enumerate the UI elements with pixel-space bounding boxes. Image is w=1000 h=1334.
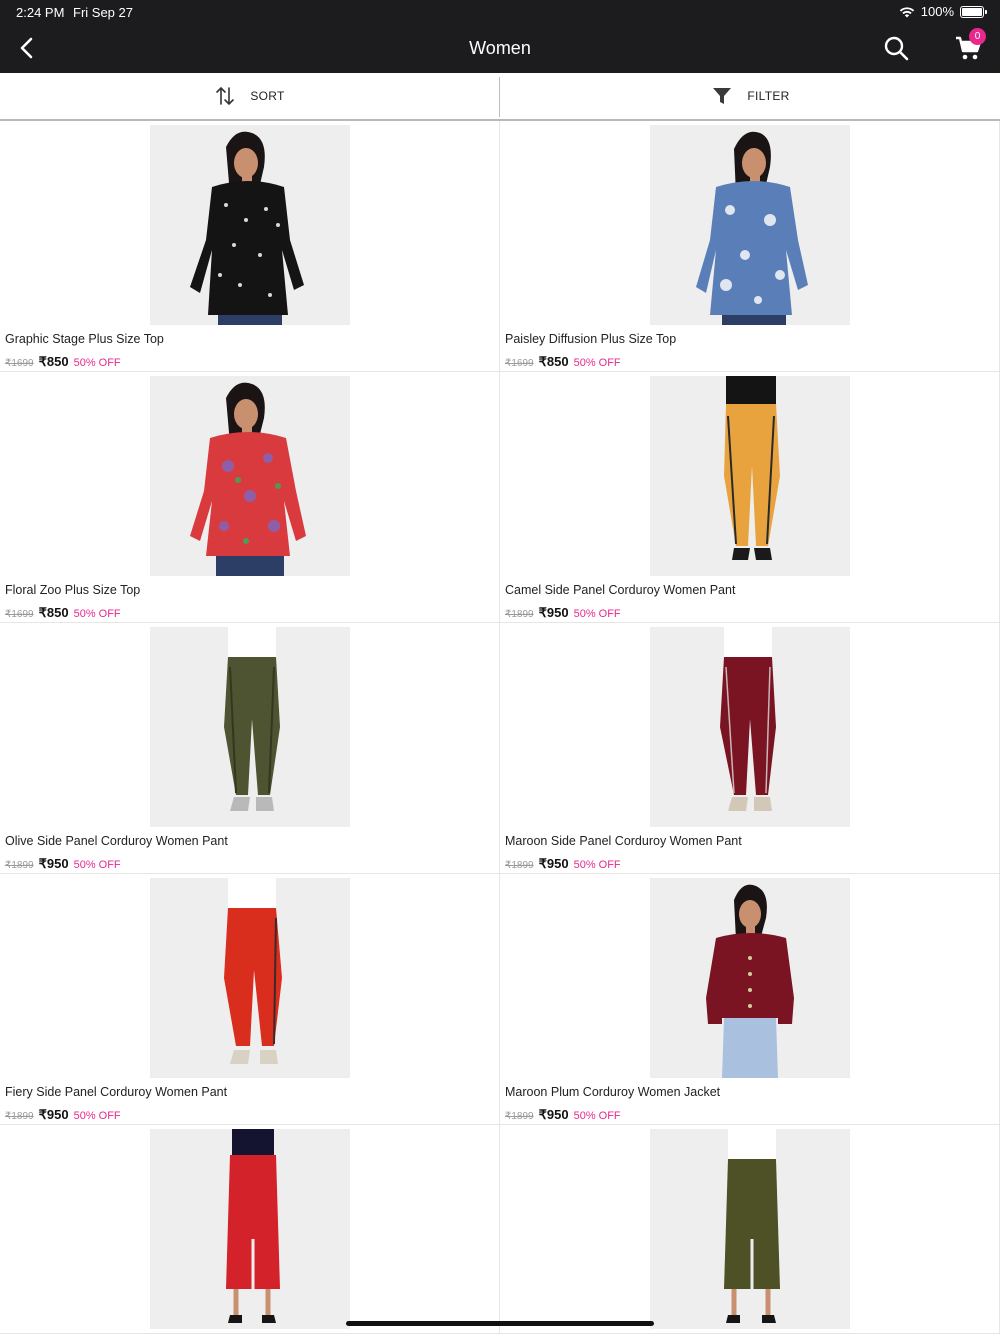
original-price: ₹1699: [5, 358, 34, 369]
wifi-icon: [899, 6, 914, 17]
sort-button[interactable]: SORT: [0, 73, 499, 119]
price-row: ₹1899 ₹950 50% OFF: [505, 1107, 621, 1123]
product-card[interactable]: Maroon Plum Corduroy Women Jacket ₹1899 …: [500, 874, 1000, 1125]
original-price: ₹1899: [505, 609, 534, 620]
product-image[interactable]: [150, 627, 350, 827]
discount-label: 50% OFF: [573, 357, 621, 369]
search-button[interactable]: [882, 34, 910, 62]
home-indicator[interactable]: [346, 1321, 654, 1326]
discount-label: 50% OFF: [573, 608, 621, 620]
toolbar-divider: [499, 77, 500, 117]
product-name: Maroon Side Panel Corduroy Women Pant: [505, 834, 742, 848]
product-name: Fiery Side Panel Corduroy Women Pant: [5, 1085, 228, 1099]
status-time: 2:24 PM: [16, 5, 65, 20]
page-title: Women: [469, 38, 531, 58]
product-name: Maroon Plum Corduroy Women Jacket: [505, 1085, 721, 1099]
product-image[interactable]: [150, 1129, 350, 1329]
sale-price: ₹850: [538, 354, 569, 369]
status-bar: 2:24 PM Fri Sep 27 100%: [0, 0, 1000, 24]
status-right: 100%: [899, 4, 987, 19]
price-row: ₹1899 ₹950 50% OFF: [5, 1107, 121, 1123]
price-row: ₹1699 ₹850 50% OFF: [505, 354, 621, 370]
product-image[interactable]: [150, 878, 350, 1078]
price-row: ₹1699 ₹850 50% OFF: [5, 605, 121, 621]
discount-label: 50% OFF: [73, 1110, 121, 1122]
nav-bar: Women 0: [0, 24, 1000, 73]
product-card[interactable]: Camel Side Panel Corduroy Women Pant ₹18…: [500, 372, 1000, 623]
sale-price: ₹950: [38, 1107, 69, 1122]
sale-price: ₹950: [38, 856, 69, 871]
discount-label: 50% OFF: [573, 859, 621, 871]
product-image[interactable]: [650, 1129, 850, 1329]
original-price: ₹1699: [5, 609, 34, 620]
product-name: Olive Side Panel Corduroy Women Pant: [5, 834, 228, 848]
price-row: ₹1899 ₹950 50% OFF: [505, 856, 621, 872]
product-image[interactable]: [150, 376, 350, 576]
status-date: Fri Sep 27: [73, 5, 133, 20]
product-image[interactable]: [650, 878, 850, 1078]
product-name: Camel Side Panel Corduroy Women Pant: [505, 583, 736, 597]
product-name: Paisley Diffusion Plus Size Top: [505, 332, 677, 346]
product-image[interactable]: [650, 627, 850, 827]
original-price: ₹1899: [505, 860, 534, 871]
price-row: ₹1899 ₹950 50% OFF: [5, 856, 121, 872]
sort-icon: [216, 86, 235, 106]
discount-label: 50% OFF: [73, 357, 121, 369]
product-card[interactable]: Floral Zoo Plus Size Top ₹1699 ₹850 50% …: [0, 372, 500, 623]
product-card[interactable]: Paisley Diffusion Plus Size Top ₹1699 ₹8…: [500, 121, 1000, 372]
product-card[interactable]: [500, 1125, 1000, 1334]
sort-label: SORT: [250, 89, 285, 103]
sale-price: ₹950: [538, 856, 569, 871]
product-name: Floral Zoo Plus Size Top: [5, 583, 141, 597]
product-image[interactable]: [650, 376, 850, 576]
product-image[interactable]: [650, 125, 850, 325]
product-card[interactable]: Graphic Stage Plus Size Top ₹1699 ₹850 5…: [0, 121, 500, 372]
original-price: ₹1899: [505, 1111, 534, 1122]
search-icon: [884, 36, 909, 61]
original-price: ₹1899: [5, 860, 34, 871]
sale-price: ₹850: [38, 605, 69, 620]
filter-button[interactable]: FILTER: [501, 73, 1000, 119]
price-row: ₹1899 ₹950 50% OFF: [505, 605, 621, 621]
product-image[interactable]: [150, 125, 350, 325]
product-card[interactable]: [0, 1125, 500, 1334]
product-card[interactable]: Fiery Side Panel Corduroy Women Pant ₹18…: [0, 874, 500, 1125]
discount-label: 50% OFF: [573, 1110, 621, 1122]
product-name: Graphic Stage Plus Size Top: [5, 332, 164, 346]
product-card[interactable]: Olive Side Panel Corduroy Women Pant ₹18…: [0, 623, 500, 874]
sale-price: ₹850: [38, 354, 69, 369]
price-row: ₹1699 ₹850 50% OFF: [5, 354, 121, 370]
battery-percent: 100%: [920, 4, 954, 19]
original-price: ₹1699: [505, 358, 534, 369]
cart-count-badge: 0: [969, 28, 986, 45]
discount-label: 50% OFF: [73, 608, 121, 620]
discount-label: 50% OFF: [73, 859, 121, 871]
original-price: ₹1899: [5, 1111, 34, 1122]
sale-price: ₹950: [538, 1107, 569, 1122]
product-card[interactable]: Maroon Side Panel Corduroy Women Pant ₹1…: [500, 623, 1000, 874]
sort-filter-toolbar: SORT FILTER: [0, 73, 1000, 121]
filter-label: FILTER: [747, 89, 790, 103]
battery-icon: [960, 5, 987, 18]
filter-icon: [713, 88, 732, 104]
sale-price: ₹950: [538, 605, 569, 620]
